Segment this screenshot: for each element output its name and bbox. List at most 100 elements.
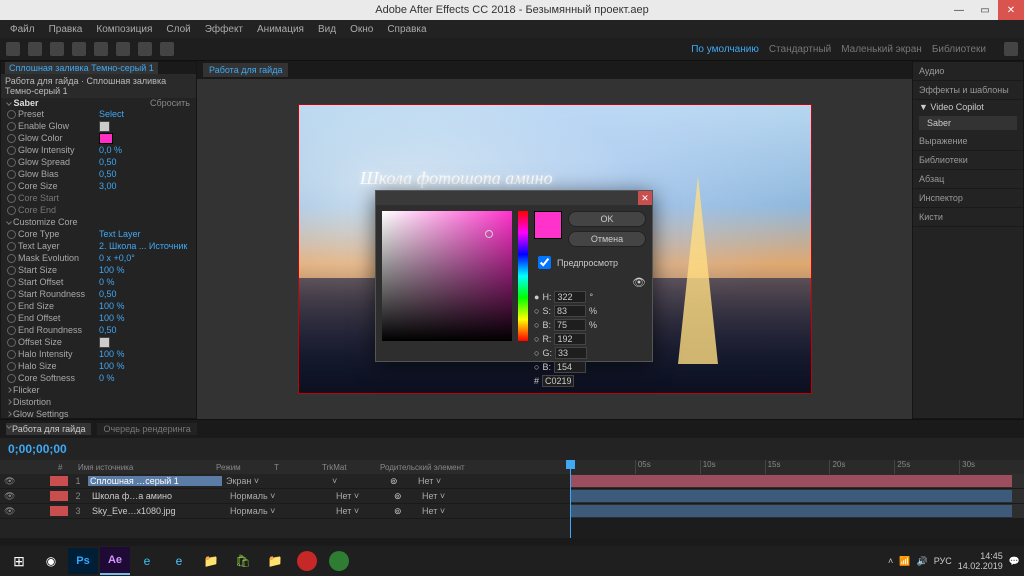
effect-group[interactable]: Video Copilot	[930, 102, 983, 112]
effect-item-saber[interactable]: Saber	[919, 116, 1017, 130]
menu-layer[interactable]: Слой	[160, 22, 196, 37]
text-tool-icon[interactable]	[138, 42, 152, 56]
panel-expression[interactable]: Выражение	[913, 132, 1023, 151]
render-queue-tab[interactable]: Очередь рендеринга	[97, 423, 196, 435]
panel-paragraph[interactable]: Абзац	[913, 170, 1023, 189]
prop-enable-glow[interactable]: Enable Glow	[1, 120, 196, 132]
track[interactable]	[570, 474, 1024, 489]
amino-icon[interactable]	[329, 551, 349, 571]
minimize-button[interactable]: —	[946, 0, 972, 20]
prop-halo-size[interactable]: Halo Size100 %	[1, 360, 196, 372]
prop-glow-intensity[interactable]: Glow Intensity0,0 %	[1, 144, 196, 156]
rotate-tool-icon[interactable]	[72, 42, 86, 56]
workspace-default[interactable]: По умолчанию	[691, 44, 759, 55]
preview-checkbox[interactable]	[538, 256, 551, 269]
prop-glow-color[interactable]: Glow Color	[1, 132, 196, 144]
prop-core-start[interactable]: Core Start	[1, 192, 196, 204]
fx-reset[interactable]: Сбросить	[150, 98, 190, 108]
prop-glow-bias[interactable]: Glow Bias0,50	[1, 168, 196, 180]
prop-core-type[interactable]: Core TypeText Layer	[1, 228, 196, 240]
sv-cursor[interactable]	[485, 230, 493, 238]
explorer-icon[interactable]: 📁	[196, 548, 226, 574]
clip[interactable]	[570, 505, 1012, 517]
bright-input[interactable]	[554, 319, 586, 331]
workspace-libraries[interactable]: Библиотеки	[932, 44, 986, 55]
saturation-value-field[interactable]	[382, 211, 512, 341]
menu-view[interactable]: Вид	[312, 22, 342, 37]
brush-tool-icon[interactable]	[160, 42, 174, 56]
panel-brushes[interactable]: Кисти	[913, 208, 1023, 227]
eyedropper-icon[interactable]: 👁	[632, 276, 646, 289]
playhead[interactable]	[570, 460, 571, 538]
track[interactable]	[570, 504, 1024, 519]
prop-distortion[interactable]: Distortion	[1, 396, 196, 408]
red-input[interactable]	[554, 333, 586, 345]
prop-core-size[interactable]: Core Size3,00	[1, 180, 196, 192]
tray-lang[interactable]: РУС	[934, 556, 952, 566]
edge-icon[interactable]: e	[164, 548, 194, 574]
hue-input[interactable]	[554, 291, 586, 303]
hue-slider[interactable]	[518, 211, 528, 341]
prop-start-roundness[interactable]: Start Roundness0,50	[1, 288, 196, 300]
prop-core-softness[interactable]: Core Softness0 %	[1, 372, 196, 384]
close-button[interactable]: ✕	[998, 0, 1024, 20]
menu-animation[interactable]: Анимация	[251, 22, 310, 37]
tray-clock[interactable]: 14:4514.02.2019	[958, 551, 1003, 571]
ok-button[interactable]: OK	[568, 211, 646, 227]
prop-start-offset[interactable]: Start Offset0 %	[1, 276, 196, 288]
effect-controls-tab[interactable]: Сплошная заливка Темно-серый 1	[5, 62, 158, 74]
menu-help[interactable]: Справка	[381, 22, 432, 37]
prop-core-end[interactable]: Core End	[1, 204, 196, 216]
effects-presets-panel[interactable]: Эффекты и шаблоны	[913, 81, 1023, 100]
panel-inspector[interactable]: Инспектор	[913, 189, 1023, 208]
hex-input[interactable]	[542, 375, 574, 387]
prop-offset-size[interactable]: Offset Size	[1, 336, 196, 348]
rect-tool-icon[interactable]	[94, 42, 108, 56]
sat-input[interactable]	[554, 305, 586, 317]
panel-libraries[interactable]: Библиотеки	[913, 151, 1023, 170]
start-button[interactable]: ⊞	[4, 548, 34, 574]
workspace-small[interactable]: Маленький экран	[841, 44, 922, 55]
prop-start-size[interactable]: Start Size100 %	[1, 264, 196, 276]
prop-halo-intensity[interactable]: Halo Intensity100 %	[1, 348, 196, 360]
dialog-close-button[interactable]: ✕	[638, 191, 652, 205]
menu-file[interactable]: Файл	[4, 22, 41, 37]
prop-end-roundness[interactable]: End Roundness0,50	[1, 324, 196, 336]
current-timecode[interactable]: 0;00;00;00	[0, 442, 75, 456]
prop-flicker[interactable]: Flicker	[1, 384, 196, 396]
tray-network-icon[interactable]: 📶	[899, 556, 910, 567]
prop-customize-core[interactable]: Customize Core	[1, 216, 196, 228]
store-icon[interactable]: 🛍	[228, 548, 258, 574]
menu-effect[interactable]: Эффект	[199, 22, 249, 37]
track[interactable]	[570, 489, 1024, 504]
workspace-standard[interactable]: Стандартный	[769, 44, 831, 55]
prop-end-offset[interactable]: End Offset100 %	[1, 312, 196, 324]
clip[interactable]	[570, 490, 1012, 502]
folder-icon[interactable]: 📁	[260, 548, 290, 574]
layer-row[interactable]: 👁1Сплошная …серый 1Экран ˅ ˅⊚Нет ˅	[0, 474, 570, 489]
search-icon[interactable]	[1004, 42, 1018, 56]
photoshop-icon[interactable]: Ps	[68, 548, 98, 574]
timeline-comp-tab[interactable]: Работа для гайда	[6, 423, 91, 435]
aftereffects-icon[interactable]: Ae	[100, 547, 130, 575]
hand-tool-icon[interactable]	[28, 42, 42, 56]
tray-chevron-icon[interactable]: ˄	[888, 556, 893, 566]
prop-end-size[interactable]: End Size100 %	[1, 300, 196, 312]
layer-row[interactable]: 👁3Sky_Eve…x1080.jpgНормаль ˅Нет ˅⊚Нет ˅	[0, 504, 570, 519]
blue-input[interactable]	[554, 361, 586, 373]
tray-volume-icon[interactable]: 🔊	[916, 556, 927, 567]
menu-composition[interactable]: Композиция	[90, 22, 158, 37]
prop-preset[interactable]: PresetSelect	[1, 108, 196, 120]
fx-name[interactable]: Saber	[14, 98, 39, 108]
pen-tool-icon[interactable]	[116, 42, 130, 56]
prop-mask-evolution[interactable]: Mask Evolution0 x +0,0°	[1, 252, 196, 264]
comp-tab[interactable]: Работа для гайда	[203, 63, 288, 77]
selection-tool-icon[interactable]	[6, 42, 20, 56]
cancel-button[interactable]: Отмена	[568, 231, 646, 247]
menu-edit[interactable]: Правка	[43, 22, 89, 37]
menu-window[interactable]: Окно	[344, 22, 379, 37]
layer-row[interactable]: 👁2Школа ф…а аминоНормаль ˅Нет ˅⊚Нет ˅	[0, 489, 570, 504]
zoom-tool-icon[interactable]	[50, 42, 64, 56]
steam-icon[interactable]: ◉	[36, 548, 66, 574]
prop-text-layer[interactable]: Text Layer2. Школа ... Источник	[1, 240, 196, 252]
